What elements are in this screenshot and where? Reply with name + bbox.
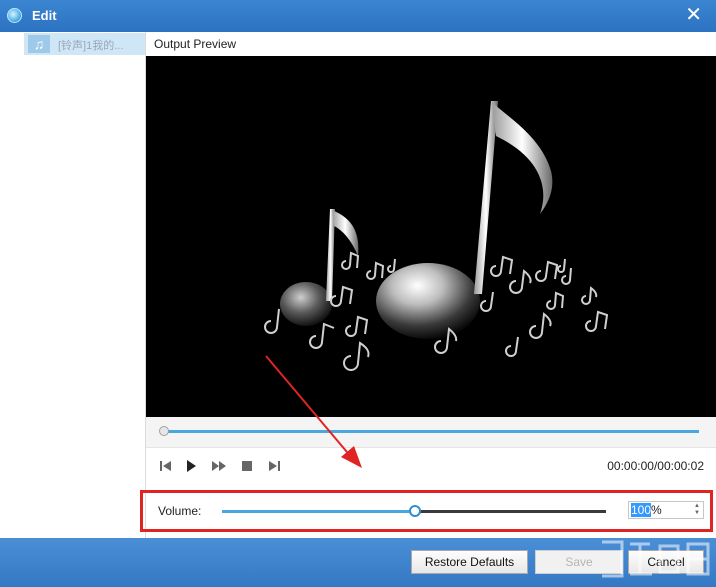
file-list: ♫ [铃声]1我的... (0, 32, 146, 538)
close-button[interactable]: ✕ (685, 3, 702, 27)
play-icon[interactable] (183, 458, 199, 474)
music-note-icon: ♫ (28, 35, 50, 53)
window-title: Edit (32, 8, 57, 23)
seek-track[interactable] (164, 430, 699, 433)
restore-defaults-button[interactable]: Restore Defaults (411, 550, 528, 574)
stop-icon[interactable] (239, 458, 255, 474)
skip-next-icon[interactable] (266, 458, 282, 474)
watermark-logo (602, 540, 710, 578)
fast-forward-icon[interactable] (211, 458, 227, 474)
app-logo-icon (7, 8, 22, 23)
time-display: 00:00:00/00:00:02 (607, 459, 704, 473)
file-name: [铃声]1我的... (58, 40, 124, 52)
seek-thumb[interactable] (159, 426, 169, 436)
highlight-box (140, 490, 713, 532)
playback-controls: 00:00:00/00:00:02 (146, 448, 716, 484)
preview-header: Output Preview (146, 32, 716, 56)
title-bar: Edit ✕ (0, 0, 716, 32)
video-preview (146, 56, 716, 417)
preview-title: Output Preview (154, 37, 237, 51)
file-list-item[interactable]: ♫ [铃声]1我的... (24, 33, 145, 55)
skip-previous-icon[interactable] (158, 458, 174, 474)
seek-bar[interactable] (146, 417, 716, 448)
music-notes-image (264, 101, 609, 371)
